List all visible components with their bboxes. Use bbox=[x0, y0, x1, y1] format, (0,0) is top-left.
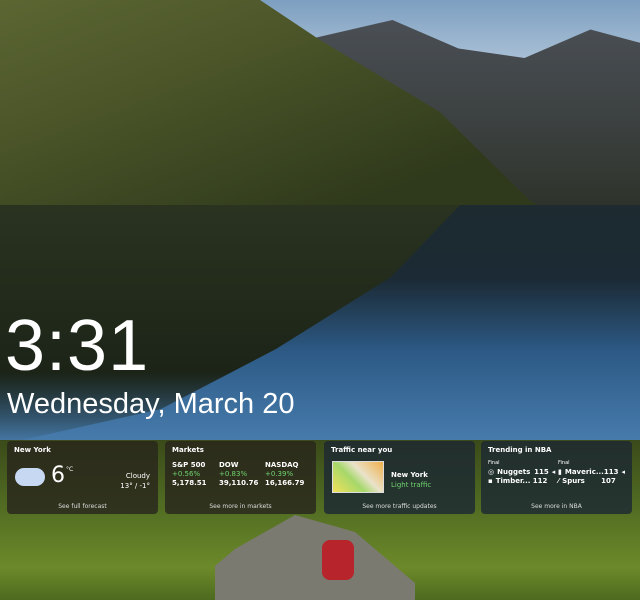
traffic-map-icon bbox=[332, 461, 384, 493]
traffic-city: New York bbox=[391, 471, 428, 479]
markets-title: Markets bbox=[172, 446, 204, 454]
nba-game: Final ▮ Maveric... 113 ◂ ⁄ Spurs 107 bbox=[558, 460, 625, 485]
team-logo-icon: ◎ bbox=[488, 468, 495, 476]
weather-range: 13° / -1° bbox=[120, 482, 150, 490]
weather-temp: 6 bbox=[51, 463, 65, 488]
winner-arrow-icon: ◂ bbox=[621, 468, 625, 476]
traffic-title: Traffic near you bbox=[331, 446, 393, 454]
clock-time: 3:31 bbox=[5, 306, 150, 386]
weather-location: New York bbox=[14, 446, 51, 454]
weather-unit: °C bbox=[66, 466, 74, 473]
team-logo-icon: ▪ bbox=[488, 477, 493, 485]
team-logo-icon: ⁄ bbox=[558, 477, 560, 485]
nba-footer-link[interactable]: See more in NBA bbox=[481, 503, 632, 510]
winner-arrow-icon: ◂ bbox=[551, 468, 556, 476]
traffic-status: Light traffic bbox=[391, 481, 432, 489]
team-logo-icon: ▮ bbox=[558, 468, 562, 476]
traffic-footer-link[interactable]: See more traffic updates bbox=[324, 503, 475, 510]
clock-date: Wednesday, March 20 bbox=[7, 388, 295, 420]
nba-title: Trending in NBA bbox=[488, 446, 552, 454]
traffic-widget[interactable]: Traffic near you New York Light traffic S… bbox=[324, 441, 475, 514]
nba-widget[interactable]: Trending in NBA Final ◎ Nuggets 115 ◂ ▪ Timb… bbox=[481, 441, 632, 514]
weather-condition: Cloudy bbox=[125, 472, 150, 480]
market-item: DOW +0.83% 39,110.76 bbox=[219, 461, 259, 487]
markets-footer-link[interactable]: See more in markets bbox=[165, 503, 316, 510]
market-item: NASDAQ +0.39% 16,166.79 bbox=[265, 461, 305, 487]
weather-widget[interactable]: New York 6 °C Cloudy 13° / -1° See full f… bbox=[7, 441, 158, 514]
weather-footer-link[interactable]: See full forecast bbox=[7, 503, 158, 510]
cloudy-icon bbox=[15, 468, 45, 486]
markets-widget[interactable]: Markets S&P 500 +0.56% 5,178.51 DOW +0.83% 3… bbox=[165, 441, 316, 514]
market-item: S&P 500 +0.56% 5,178.51 bbox=[172, 461, 207, 487]
nba-game: Final ◎ Nuggets 115 ◂ ▪ Timber... 112 bbox=[488, 460, 556, 485]
